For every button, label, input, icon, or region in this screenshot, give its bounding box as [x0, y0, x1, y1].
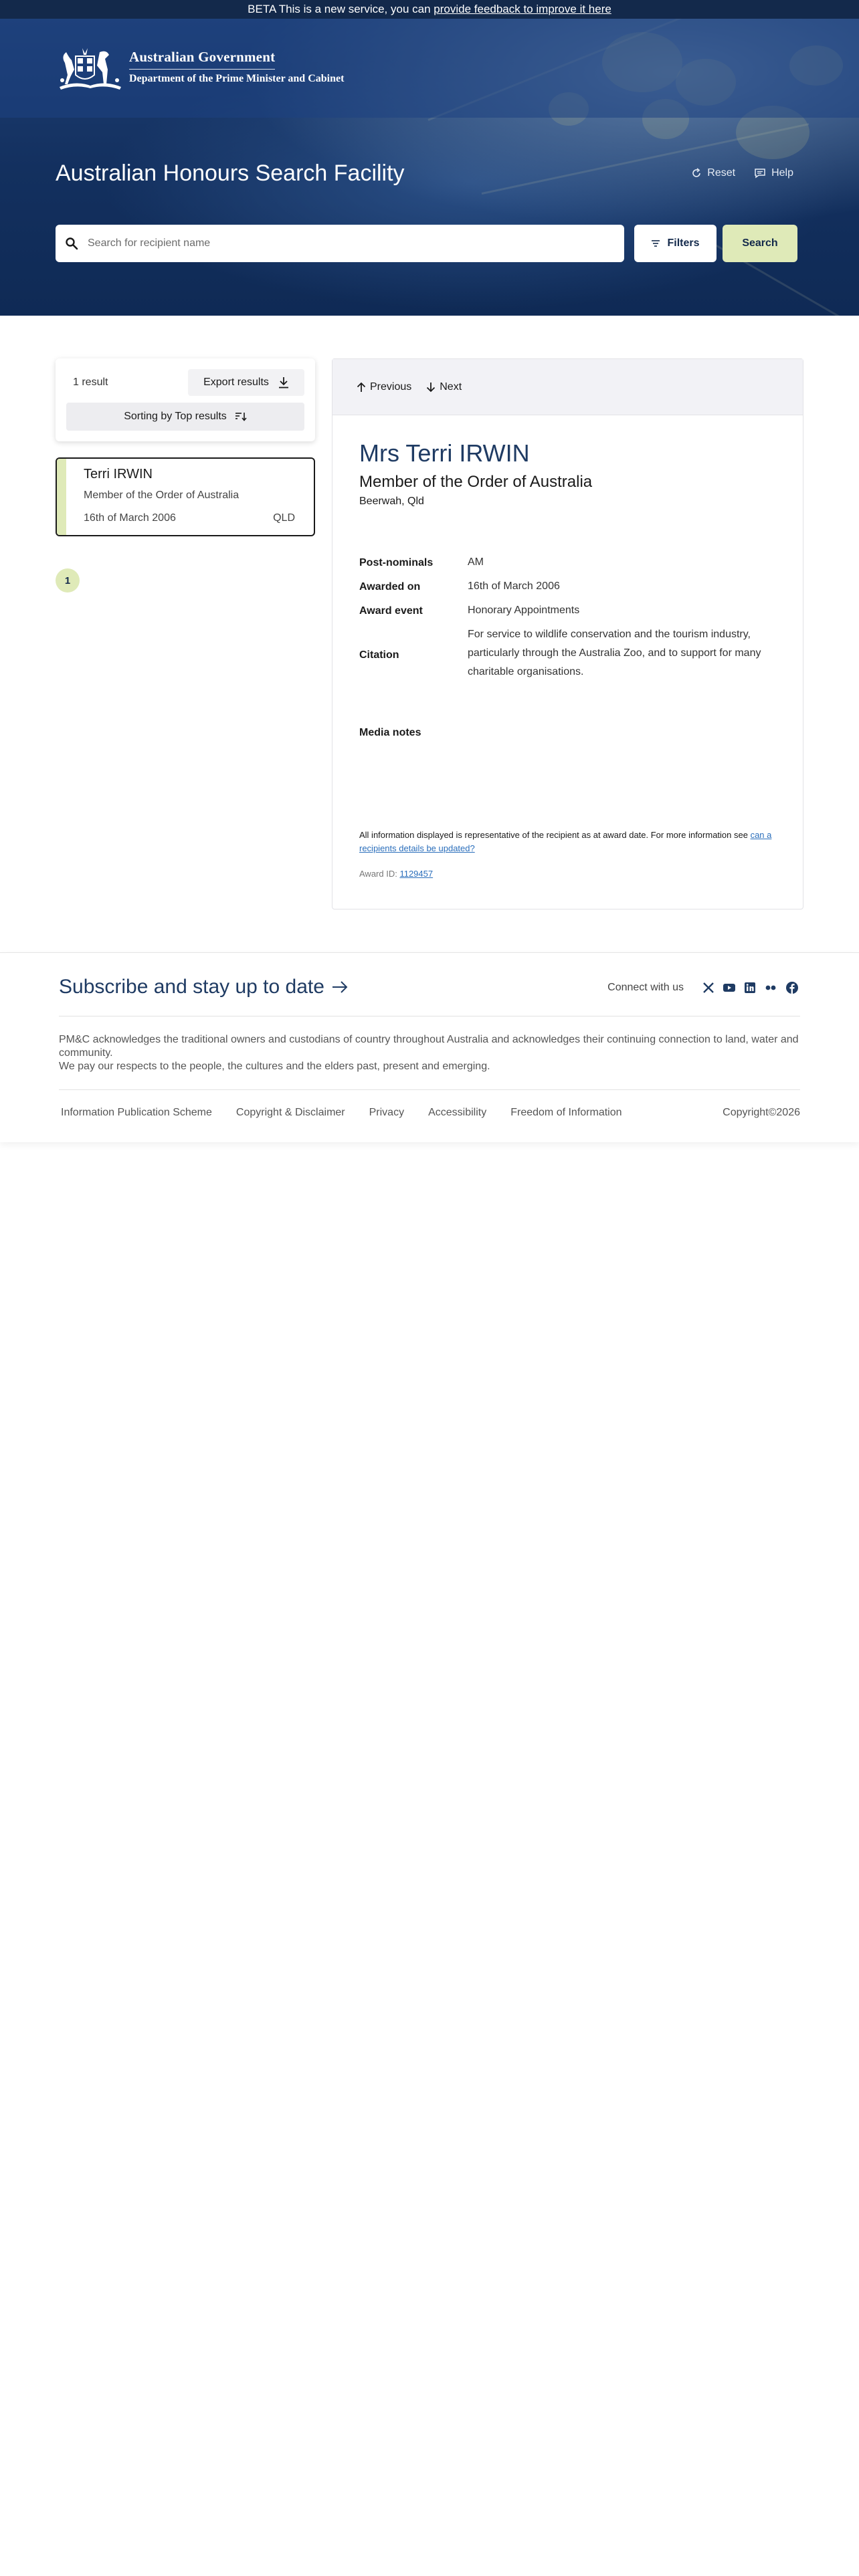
beta-banner-text: BETA This is a new service, you can — [248, 3, 434, 15]
result-award: Member of the Order of Australia — [84, 490, 240, 501]
hero-section: Australian Government Department of the … — [0, 19, 859, 316]
footer: Subscribe and stay up to date Connect wi… — [0, 952, 859, 1142]
media-notes-heading: Media notes — [359, 727, 421, 738]
connect-label: Connect with us — [607, 982, 684, 993]
field-label: Citation — [359, 649, 399, 661]
results-summary: 1 result Export results Sorting by Top r… — [56, 358, 315, 441]
arrow-right-icon — [332, 981, 348, 993]
footer-divider — [59, 1089, 800, 1090]
recipient-title: Mrs Terri IRWIN — [359, 439, 530, 467]
next-button[interactable]: Next — [426, 381, 462, 393]
disclaimer-text: All information displayed is representat… — [359, 830, 751, 840]
field-value: AM — [468, 556, 484, 568]
connect-section: Connect with us — [607, 981, 799, 994]
result-state: QLD — [273, 512, 295, 524]
result-date: 16th of March 2006 — [84, 512, 176, 524]
field-value: For service to wildlife conservation and… — [468, 629, 761, 677]
sort-button[interactable]: Sorting by Top results — [66, 403, 304, 431]
help-label: Help — [771, 167, 793, 179]
footer-link-ips[interactable]: Information Publication Scheme — [61, 1107, 212, 1119]
subscribe-link[interactable]: Subscribe and stay up to date — [59, 976, 349, 998]
download-icon — [278, 377, 288, 389]
youtube-icon[interactable] — [723, 982, 736, 994]
search-button-label: Search — [742, 237, 778, 249]
footer-links: Information Publication Scheme Copyright… — [61, 1107, 622, 1119]
recipient-location: Beerwah, Qld — [359, 496, 424, 507]
sort-icon — [235, 413, 247, 421]
page-title: Australian Honours Search Facility — [56, 160, 405, 186]
flickr-icon[interactable] — [764, 982, 777, 994]
acknowledgement-line-1: PM&C acknowledges the traditional owners… — [59, 1034, 799, 1059]
help-chat-icon — [755, 169, 765, 179]
reset-button[interactable]: Reset — [691, 167, 735, 179]
results-count: 1 result — [73, 377, 108, 388]
help-button[interactable]: Help — [754, 167, 793, 179]
recipient-detail-panel: Previous Next Mrs Terri IRWIN Member of … — [332, 358, 803, 909]
result-card[interactable]: Terri IRWIN Member of the Order of Austr… — [56, 457, 315, 536]
search-input[interactable] — [88, 237, 596, 249]
search-button[interactable]: Search — [723, 225, 797, 262]
acknowledgement-line-2: We pay our respects to the people, the c… — [59, 1061, 490, 1072]
department-name: Department of the Prime Minister and Cab… — [129, 73, 345, 84]
reset-icon — [692, 168, 701, 177]
subscribe-label: Subscribe and stay up to date — [59, 976, 324, 998]
search-icon — [66, 237, 78, 250]
field-value: 16th of March 2006 — [468, 580, 560, 592]
government-name: Australian Government — [129, 49, 276, 70]
footer-link-accessibility[interactable]: Accessibility — [428, 1107, 486, 1119]
disclaimer: All information displayed is representat… — [359, 829, 774, 855]
award-id-label: Award ID: — [359, 869, 400, 879]
footer-link-privacy[interactable]: Privacy — [369, 1107, 404, 1119]
footer-link-foi[interactable]: Freedom of Information — [510, 1107, 622, 1119]
footer-link-copyright[interactable]: Copyright & Disclaimer — [236, 1107, 345, 1119]
export-label: Export results — [203, 377, 269, 388]
field-label: Award event — [359, 605, 423, 617]
beta-banner: BETA This is a new service, you can prov… — [0, 0, 859, 19]
award-id-link[interactable]: 1129457 — [399, 869, 433, 879]
recipient-award: Member of the Order of Australia — [359, 473, 593, 491]
detail-nav: Previous Next — [332, 359, 803, 415]
filter-icon — [652, 240, 660, 247]
linkedin-icon[interactable] — [744, 982, 756, 994]
government-logo[interactable]: Australian Government Department of the … — [56, 43, 357, 91]
award-id: Award ID: 1129457 — [359, 869, 433, 879]
facebook-icon[interactable] — [785, 981, 799, 994]
export-results-button[interactable]: Export results — [188, 369, 304, 396]
pagination-page-1[interactable]: 1 — [56, 568, 80, 593]
reset-label: Reset — [707, 167, 736, 179]
x-icon[interactable] — [702, 982, 714, 994]
filters-label: Filters — [667, 237, 700, 249]
field-label: Awarded on — [359, 581, 421, 593]
previous-label: Previous — [370, 381, 412, 393]
search-box — [56, 225, 624, 262]
next-label: Next — [440, 381, 462, 393]
result-name: Terri IRWIN — [84, 467, 153, 481]
arrow-up-icon — [357, 382, 366, 392]
acknowledgement: PM&C acknowledges the traditional owners… — [59, 1033, 801, 1073]
filters-button[interactable]: Filters — [634, 225, 717, 262]
field-value: Honorary Appointments — [468, 605, 580, 616]
result-accent-bar — [57, 459, 66, 535]
previous-button[interactable]: Previous — [357, 381, 411, 393]
feedback-link[interactable]: provide feedback to improve it here — [434, 3, 611, 15]
copyright: Copyright©2026 — [723, 1107, 800, 1118]
coat-of-arms-icon — [60, 48, 121, 90]
sort-label: Sorting by Top results — [124, 411, 227, 422]
field-label: Post-nominals — [359, 557, 434, 568]
arrow-down-icon — [427, 382, 436, 392]
